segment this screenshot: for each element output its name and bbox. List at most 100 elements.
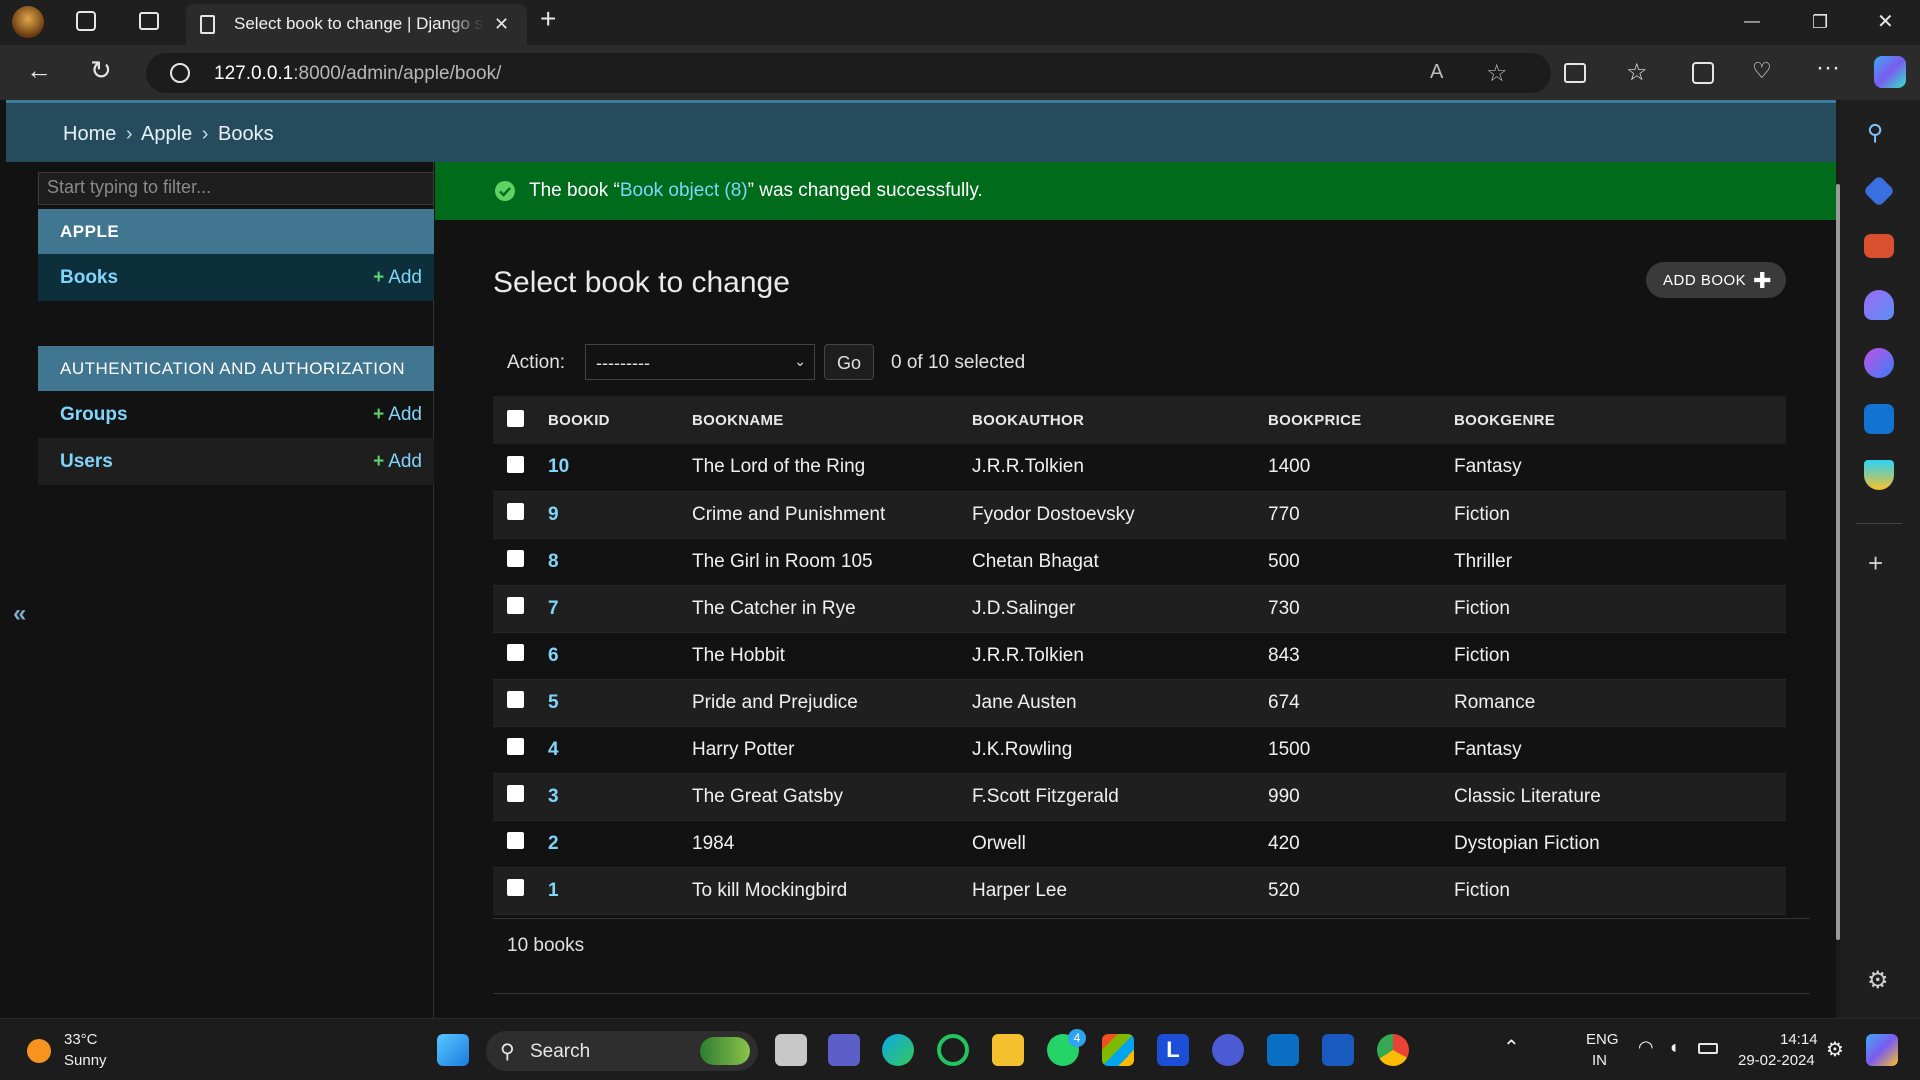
favorite-star-icon[interactable]: ☆: [1486, 59, 1508, 88]
word-icon[interactable]: [1322, 1034, 1354, 1066]
task-view-icon[interactable]: [775, 1034, 807, 1066]
row-checkbox[interactable]: [507, 503, 524, 520]
column-header-bookprice[interactable]: BOOKPRICE: [1268, 396, 1454, 444]
breadcrumb-home[interactable]: Home: [63, 123, 116, 145]
select-all-checkbox[interactable]: [507, 409, 524, 427]
browser-essentials-icon[interactable]: ♡: [1752, 58, 1772, 84]
read-aloud-icon[interactable]: A: [1430, 61, 1443, 84]
sidebar-item-label[interactable]: Users: [60, 451, 113, 472]
edge-icon[interactable]: [882, 1034, 914, 1066]
show-hidden-icons[interactable]: ⌃: [1503, 1035, 1520, 1060]
cell-bookid[interactable]: 9: [548, 491, 692, 539]
arc-app-icon[interactable]: [1212, 1034, 1244, 1066]
sidebar-item-label[interactable]: Books: [60, 267, 118, 288]
row-checkbox[interactable]: [507, 597, 524, 614]
restore-button[interactable]: ❐: [1812, 12, 1828, 32]
file-explorer-icon[interactable]: [992, 1034, 1024, 1066]
cell-bookid[interactable]: 3: [548, 773, 692, 821]
outlook-icon[interactable]: [1864, 404, 1894, 434]
add-user-link[interactable]: + Add: [373, 451, 422, 473]
app-header-apple[interactable]: APPLE: [38, 209, 434, 254]
weather-temperature[interactable]: 33°C: [64, 1031, 98, 1048]
go-button[interactable]: Go: [824, 344, 874, 380]
sidebar-item-label[interactable]: Groups: [60, 404, 128, 425]
address-bar[interactable]: 127.0.0.1:8000/admin/apple/book/ A ☆: [146, 53, 1551, 93]
column-header-bookgenre[interactable]: BOOKGENRE: [1454, 396, 1786, 444]
changed-object-link[interactable]: Book object (8): [620, 180, 748, 201]
minimize-button[interactable]: —: [1744, 12, 1760, 32]
cell-bookid[interactable]: 1: [548, 867, 692, 915]
cell-bookid[interactable]: 2: [548, 820, 692, 868]
back-icon[interactable]: ←: [26, 57, 52, 83]
collapse-sidebar-button[interactable]: «: [13, 600, 26, 628]
split-screen-icon[interactable]: [1564, 63, 1586, 83]
l-app-icon[interactable]: L: [1157, 1034, 1189, 1066]
clock-time[interactable]: 14:14: [1780, 1031, 1818, 1048]
add-book-button[interactable]: ADD BOOK ✚: [1646, 262, 1786, 298]
row-checkbox[interactable]: [507, 738, 524, 755]
active-tab[interactable]: Select book to change | Django site admi…: [186, 4, 527, 45]
row-checkbox[interactable]: [507, 785, 524, 802]
microsoft-store-icon[interactable]: [1102, 1034, 1134, 1066]
collections-icon[interactable]: [1692, 62, 1714, 84]
add-sidebar-app-icon[interactable]: +: [1868, 548, 1883, 579]
battery-icon[interactable]: [1698, 1043, 1718, 1054]
region-indicator[interactable]: IN: [1592, 1052, 1607, 1069]
sidebar-item-groups[interactable]: Groups + Add: [38, 391, 434, 438]
column-header-bookid[interactable]: BOOKID: [548, 396, 692, 444]
teams-icon[interactable]: [828, 1034, 860, 1066]
row-checkbox[interactable]: [507, 832, 524, 849]
refresh-icon[interactable]: ↻: [90, 57, 112, 83]
column-header-bookname[interactable]: BOOKNAME: [692, 396, 972, 444]
wifi-icon[interactable]: ◠: [1638, 1037, 1654, 1058]
profile-avatar[interactable]: [12, 6, 44, 38]
drop-icon[interactable]: [1864, 460, 1894, 490]
sidebar-settings-icon[interactable]: ⚙: [1867, 966, 1889, 995]
sidebar-item-users[interactable]: Users + Add: [38, 438, 434, 485]
search-icon[interactable]: ⚲: [1867, 120, 1883, 146]
row-checkbox[interactable]: [507, 644, 524, 661]
tools-icon[interactable]: [1864, 234, 1894, 258]
breadcrumb-app[interactable]: Apple: [141, 123, 192, 145]
window-close-button[interactable]: ✕: [1877, 12, 1894, 32]
app-header-auth[interactable]: AUTHENTICATION AND AUTHORIZATION: [38, 346, 434, 391]
cell-bookid[interactable]: 7: [548, 585, 692, 633]
settings-icon[interactable]: ⚙: [1826, 1037, 1844, 1062]
more-menu-icon[interactable]: ···: [1816, 54, 1840, 82]
vscode-icon[interactable]: [1267, 1034, 1299, 1066]
weather-sun-icon[interactable]: [27, 1039, 51, 1063]
chrome-icon[interactable]: [1377, 1034, 1409, 1066]
cell-bookid[interactable]: 5: [548, 679, 692, 727]
column-header-bookauthor[interactable]: BOOKAUTHOR: [972, 396, 1268, 444]
workspaces-icon[interactable]: [76, 11, 96, 31]
vertical-tabs-icon[interactable]: [139, 12, 159, 30]
loading-app-icon[interactable]: [937, 1034, 969, 1066]
sidebar-item-books[interactable]: Books + Add: [38, 254, 434, 301]
nav-filter-input[interactable]: Start typing to filter...: [38, 172, 434, 205]
row-checkbox[interactable]: [507, 691, 524, 708]
add-book-link[interactable]: + Add: [373, 267, 422, 289]
cell-bookid[interactable]: 8: [548, 538, 692, 586]
volume-icon[interactable]: ◖: [1668, 1037, 1679, 1058]
row-checkbox[interactable]: [507, 550, 524, 567]
cell-bookid[interactable]: 10: [548, 444, 692, 492]
site-info-icon[interactable]: [170, 63, 190, 83]
language-indicator[interactable]: ENG: [1586, 1031, 1619, 1048]
row-checkbox[interactable]: [507, 879, 524, 896]
microsoft-365-icon[interactable]: [1864, 348, 1894, 378]
tab-close-icon[interactable]: ✕: [494, 14, 509, 34]
taskbar-search[interactable]: ⚲ Search: [486, 1031, 758, 1071]
clock-date[interactable]: 29-02-2024: [1738, 1052, 1815, 1069]
favorites-icon[interactable]: ☆: [1626, 58, 1648, 87]
add-group-link[interactable]: + Add: [373, 404, 422, 426]
new-tab-button[interactable]: +: [540, 5, 556, 33]
copilot-icon[interactable]: [1874, 56, 1906, 88]
windows-start-icon[interactable]: [437, 1034, 469, 1066]
cell-bookid[interactable]: 4: [548, 726, 692, 774]
shopping-icon[interactable]: [1863, 175, 1895, 207]
row-checkbox[interactable]: [507, 455, 524, 473]
weather-description[interactable]: Sunny: [64, 1052, 107, 1069]
cell-bookid[interactable]: 6: [548, 632, 692, 680]
copilot-taskbar-icon[interactable]: [1866, 1034, 1898, 1066]
games-icon[interactable]: [1864, 290, 1894, 320]
